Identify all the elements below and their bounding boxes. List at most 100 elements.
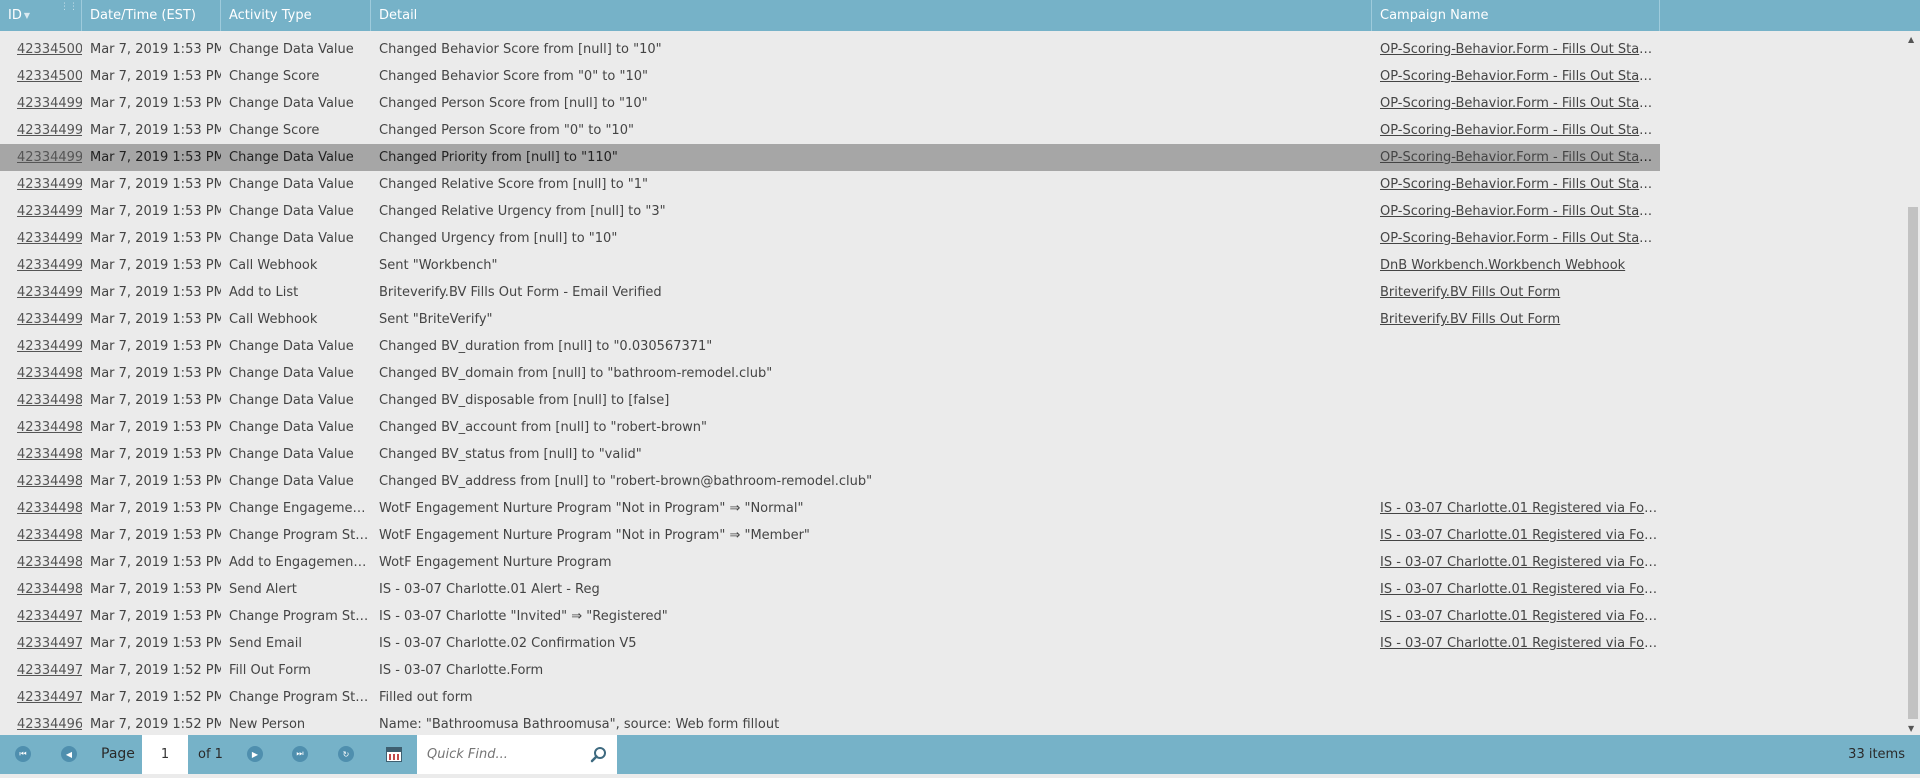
column-header-datetime[interactable]: Date/Time (EST) [82, 0, 221, 31]
previous-page-button[interactable]: ◀ [59, 744, 79, 764]
table-row[interactable]: 423344989 Mar 7, 2019 1:53 PM Change Data … [0, 360, 1660, 387]
page-number-input[interactable] [142, 735, 188, 774]
cell-activity-type: Change Data Value [229, 420, 354, 435]
next-page-button[interactable]: ▶ [245, 744, 265, 764]
cell-id-link[interactable]: 423345001 [17, 42, 82, 57]
table-row[interactable]: 423344999 Mar 7, 2019 1:53 PM Change Data … [0, 90, 1660, 117]
cell-activity-type: Change Data Value [229, 366, 354, 381]
table-row[interactable]: 423344992 Mar 7, 2019 1:53 PM Add to List B… [0, 279, 1660, 306]
table-row[interactable]: 423345000 Mar 7, 2019 1:53 PM Change Score… [0, 63, 1660, 90]
table-row[interactable]: 423344973 Mar 7, 2019 1:53 PM Change Progr… [0, 603, 1660, 630]
cell-campaign-name: OP-Scoring-Behavior.Form - Fills Out Sta… [1372, 63, 1660, 90]
cell-id-link[interactable]: 423344994 [17, 231, 82, 246]
table-row[interactable]: 423344997 Mar 7, 2019 1:53 PM Change Data … [0, 144, 1660, 171]
cell-campaign-name-link[interactable]: OP-Scoring-Behavior.Form - Fills Out Sta… [1380, 42, 1660, 57]
cell-id-link[interactable]: 423344972 [17, 636, 82, 651]
cell-campaign-name-link[interactable]: OP-Scoring-Behavior.Form - Fills Out Sta… [1380, 150, 1660, 165]
cell-id-link[interactable]: 423344993 [17, 258, 82, 273]
cell-campaign-name-link[interactable]: IS - 03-07 Charlotte.01 Registered via F… [1380, 501, 1660, 516]
cell-campaign-name-link[interactable]: IS - 03-07 Charlotte.01 Registered via F… [1380, 636, 1660, 651]
table-row[interactable]: 423344972 Mar 7, 2019 1:53 PM Send Email IS… [0, 630, 1660, 657]
cell-id-link[interactable]: 423344970 [17, 690, 82, 705]
cell-id-link[interactable]: 423344982 [17, 555, 82, 570]
cell-campaign-name-link[interactable]: IS - 03-07 Charlotte.01 Registered via F… [1380, 528, 1660, 543]
cell-id-link[interactable]: 423345000 [17, 69, 82, 84]
cell-datetime: Mar 7, 2019 1:53 PM [90, 231, 221, 246]
table-row[interactable]: 423344984 Mar 7, 2019 1:53 PM Change Engag… [0, 495, 1660, 522]
column-header-id[interactable]: ID ▼ ⋮⋮ [0, 0, 82, 31]
cell-activity-type: Change Program Sta... [229, 690, 371, 705]
column-header-detail[interactable]: Detail [371, 0, 1372, 31]
cell-detail: IS - 03-07 Charlotte "Invited" ⇒ "Regist… [379, 609, 668, 624]
column-menu-icon[interactable]: ⋮⋮ [60, 3, 78, 12]
cell-id-link[interactable]: 423344971 [17, 663, 82, 678]
scroll-up-arrow-icon[interactable]: ▲ [1908, 35, 1914, 44]
table-row[interactable]: 423344988 Mar 7, 2019 1:53 PM Change Data … [0, 387, 1660, 414]
cell-datetime: Mar 7, 2019 1:52 PM [90, 690, 221, 705]
cell-campaign-name-link[interactable]: DnB Workbench.Workbench Webhook [1380, 258, 1625, 273]
table-row[interactable]: 423344986 Mar 7, 2019 1:53 PM Change Data … [0, 441, 1660, 468]
cell-campaign-name-link[interactable]: OP-Scoring-Behavior.Form - Fills Out Sta… [1380, 69, 1660, 84]
cell-id-link[interactable]: 423344999 [17, 96, 82, 111]
cell-campaign-name [1372, 468, 1660, 495]
cell-id-link[interactable]: 423344986 [17, 447, 82, 462]
column-header-activity-type[interactable]: Activity Type [221, 0, 371, 31]
sort-descending-icon[interactable]: ▼ [24, 11, 30, 20]
cell-id-link[interactable]: 423344981 [17, 582, 82, 597]
table-row[interactable]: 423344970 Mar 7, 2019 1:52 PM Change Progr… [0, 684, 1660, 711]
cell-id-link[interactable]: 423344996 [17, 177, 82, 192]
table-row[interactable]: 423344991 Mar 7, 2019 1:53 PM Call Webhook… [0, 306, 1660, 333]
table-row[interactable]: 423344985 Mar 7, 2019 1:53 PM Change Data … [0, 468, 1660, 495]
cell-id-link[interactable]: 423344991 [17, 312, 82, 327]
cell-detail: Changed Urgency from [null] to "10" [379, 231, 618, 246]
table-row[interactable]: 423344990 Mar 7, 2019 1:53 PM Change Data … [0, 333, 1660, 360]
table-row[interactable]: 423344998 Mar 7, 2019 1:53 PM Change Score… [0, 117, 1660, 144]
table-row[interactable]: 423344994 Mar 7, 2019 1:53 PM Change Data … [0, 225, 1660, 252]
cell-id-link[interactable]: 423344983 [17, 528, 82, 543]
scrollbar-thumb[interactable] [1908, 207, 1918, 719]
cell-id-link[interactable]: 423344995 [17, 204, 82, 219]
column-header-campaign-name[interactable]: Campaign Name [1372, 0, 1660, 31]
cell-id-link[interactable]: 423344984 [17, 501, 82, 516]
refresh-button[interactable]: ↻ [336, 744, 356, 764]
table-row[interactable]: 423344971 Mar 7, 2019 1:52 PM Fill Out For… [0, 657, 1660, 684]
table-row[interactable]: 423344983 Mar 7, 2019 1:53 PM Change Progr… [0, 522, 1660, 549]
cell-id-link[interactable]: 423344997 [17, 150, 82, 165]
cell-id-link[interactable]: 423344989 [17, 366, 82, 381]
cell-activity-type: Change Score [229, 69, 320, 84]
cell-campaign-name-link[interactable]: OP-Scoring-Behavior.Form - Fills Out Sta… [1380, 177, 1660, 192]
cell-id-link[interactable]: 423344992 [17, 285, 82, 300]
table-row[interactable]: 423344996 Mar 7, 2019 1:53 PM Change Data … [0, 171, 1660, 198]
table-row[interactable]: 423344981 Mar 7, 2019 1:53 PM Send Alert IS… [0, 576, 1660, 603]
cell-id-link[interactable]: 423344990 [17, 339, 82, 354]
cell-campaign-name-link[interactable]: OP-Scoring-Behavior.Form - Fills Out Sta… [1380, 231, 1660, 246]
cell-id-link[interactable]: 423344988 [17, 393, 82, 408]
vertical-scrollbar[interactable]: ▲ ▼ [1905, 31, 1920, 735]
cell-campaign-name-link[interactable]: OP-Scoring-Behavior.Form - Fills Out Sta… [1380, 123, 1660, 138]
table-row[interactable]: 423344982 Mar 7, 2019 1:53 PM Add to Engag… [0, 549, 1660, 576]
scroll-down-arrow-icon[interactable]: ▼ [1908, 724, 1914, 733]
cell-id-link[interactable]: 423344969 [17, 717, 82, 732]
cell-id: 423344990 [0, 333, 82, 360]
cell-id-link[interactable]: 423344973 [17, 609, 82, 624]
quick-find-input[interactable] [417, 736, 577, 773]
cell-campaign-name-link[interactable]: OP-Scoring-Behavior.Form - Fills Out Sta… [1380, 96, 1660, 111]
table-row[interactable]: 423344993 Mar 7, 2019 1:53 PM Call Webhook… [0, 252, 1660, 279]
cell-id-link[interactable]: 423344998 [17, 123, 82, 138]
cell-campaign-name-link[interactable]: OP-Scoring-Behavior.Form - Fills Out Sta… [1380, 204, 1660, 219]
table-row[interactable]: 423344987 Mar 7, 2019 1:53 PM Change Data … [0, 414, 1660, 441]
cell-id-link[interactable]: 423344985 [17, 474, 82, 489]
search-icon[interactable] [590, 746, 607, 763]
table-row[interactable]: 423344969 Mar 7, 2019 1:52 PM New Person Na… [0, 711, 1660, 738]
last-page-button[interactable]: ⏭ [290, 744, 310, 764]
cell-id-link[interactable]: 423344987 [17, 420, 82, 435]
cell-campaign-name-link[interactable]: IS - 03-07 Charlotte.01 Registered via F… [1380, 555, 1660, 570]
filter-date-button[interactable] [384, 744, 404, 764]
table-row[interactable]: 423345001 Mar 7, 2019 1:53 PM Change Data … [0, 36, 1660, 63]
cell-campaign-name-link[interactable]: IS - 03-07 Charlotte.01 Registered via F… [1380, 609, 1660, 624]
cell-campaign-name-link[interactable]: Briteverify.BV Fills Out Form [1380, 285, 1560, 300]
table-row[interactable]: 423344995 Mar 7, 2019 1:53 PM Change Data … [0, 198, 1660, 225]
cell-campaign-name-link[interactable]: IS - 03-07 Charlotte.01 Registered via F… [1380, 582, 1660, 597]
first-page-button[interactable]: ⏮ [13, 744, 33, 764]
cell-campaign-name-link[interactable]: Briteverify.BV Fills Out Form [1380, 312, 1560, 327]
